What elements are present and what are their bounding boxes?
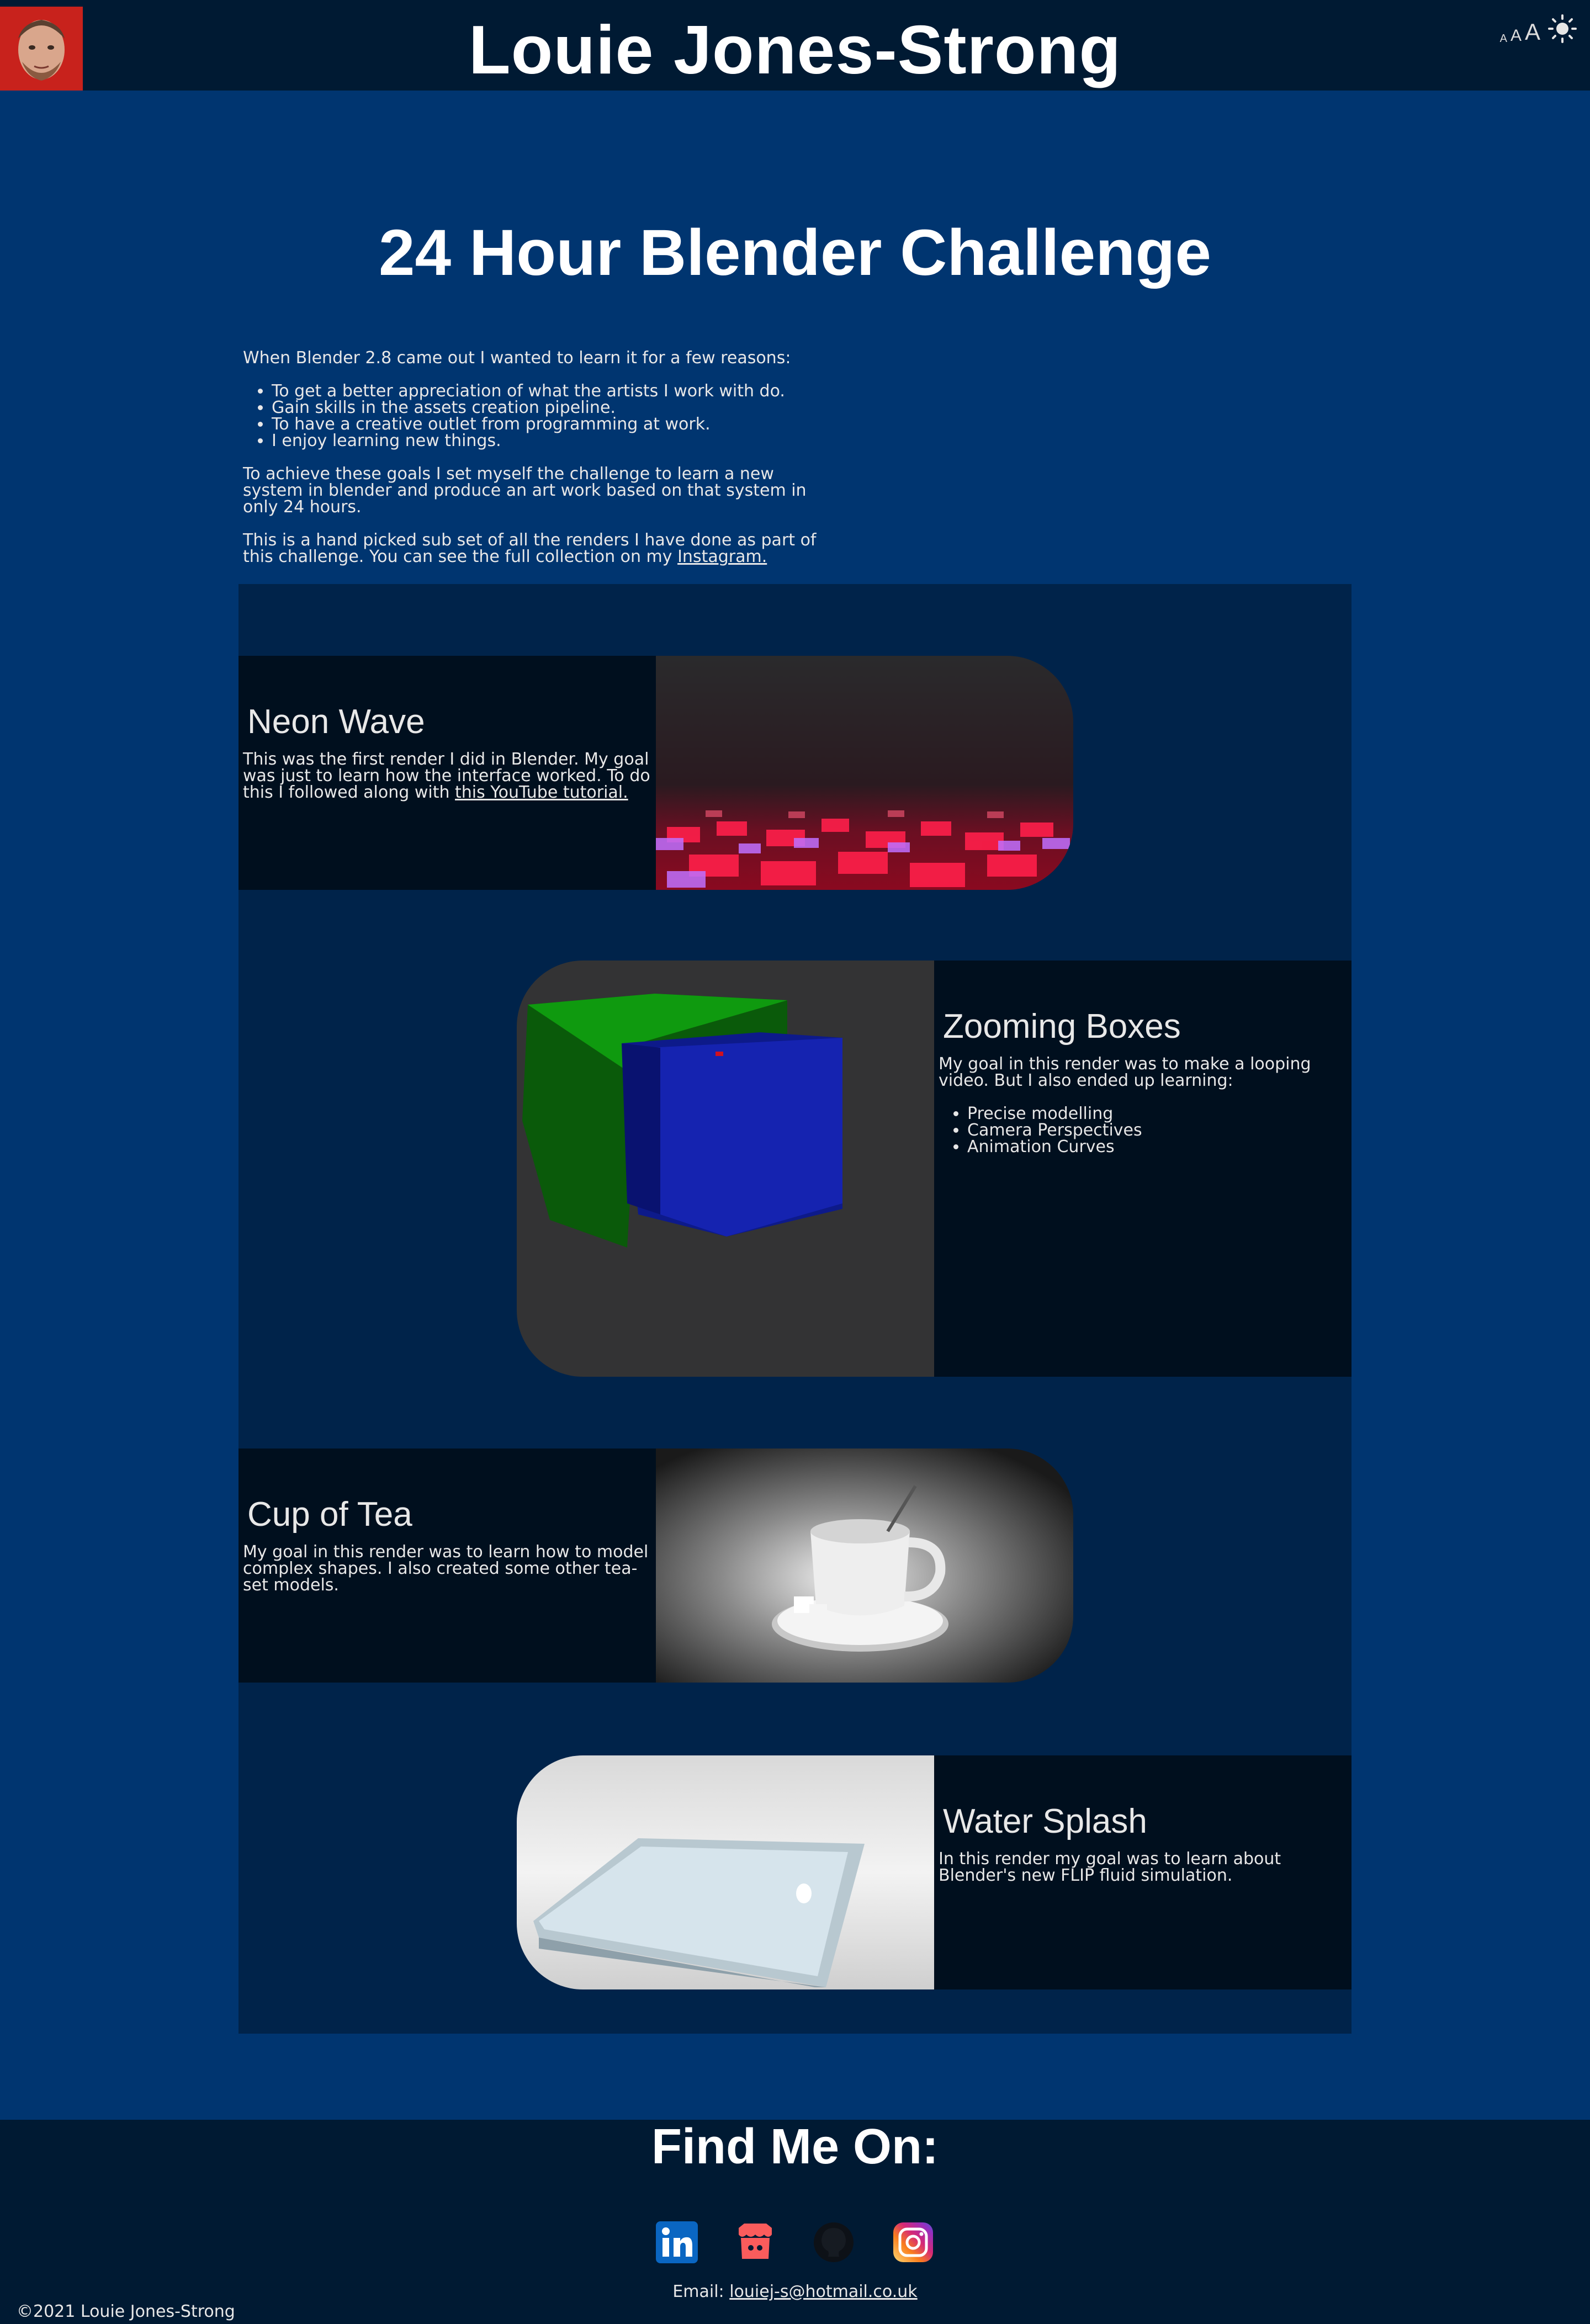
- email-line: Email: louiej-s@hotmail.co.uk: [0, 2282, 1590, 2301]
- zooming-boxes-render: [517, 961, 934, 1377]
- footer-heading: Find Me On:: [651, 2119, 939, 2174]
- card-description: This was the first render I did in Blend…: [243, 751, 651, 801]
- list-item: Camera Perspectives: [967, 1122, 1347, 1139]
- water-splash-image: [517, 1755, 934, 1989]
- list-item: I enjoy learning new things.: [272, 433, 817, 449]
- email-link[interactable]: louiej-s@hotmail.co.uk: [729, 2282, 917, 2301]
- gallery-card-neon-wave: Neon Wave This was the first render I di…: [239, 656, 1073, 890]
- list-item: To get a better appreciation of what the…: [272, 383, 817, 400]
- card-text: Zooming Boxes My goal in this render was…: [934, 961, 1352, 1377]
- top-bar: Louie Jones-Strong A A A: [0, 0, 1590, 91]
- font-large-button[interactable]: A: [1525, 19, 1540, 45]
- goal-text: To achieve these goals I set myself the …: [243, 464, 807, 517]
- card-description: In this render my goal was to learn abou…: [939, 1849, 1281, 1885]
- gallery-card-cup-of-tea: Cup of Tea My goal in this render was to…: [239, 1448, 1073, 1683]
- font-medium-button[interactable]: A: [1510, 26, 1522, 45]
- card-title: Neon Wave: [247, 703, 425, 741]
- card-title: Water Splash: [943, 1802, 1147, 1840]
- cup-of-tea-image: [656, 1448, 1073, 1683]
- card-title: Zooming Boxes: [943, 1007, 1181, 1046]
- email-label: Email:: [672, 2282, 730, 2301]
- font-small-button[interactable]: A: [1500, 33, 1507, 45]
- intro-lead: When Blender 2.8 came out I wanted to le…: [243, 348, 791, 368]
- list-item: Gain skills in the assets creation pipel…: [272, 400, 817, 416]
- instagram-icon[interactable]: [891, 2220, 935, 2264]
- font-size-controls: A A A: [1500, 14, 1577, 45]
- cup-of-tea-render: [656, 1448, 1073, 1683]
- zooming-boxes-image: [517, 961, 934, 1377]
- card-text: Water Splash In this render my goal was …: [934, 1755, 1352, 1989]
- learning-list: Precise modelling Camera Perspectives An…: [967, 1106, 1347, 1155]
- card-title: Cup of Tea: [247, 1495, 412, 1534]
- subset-paragraph: This is a hand picked sub set of all the…: [243, 532, 817, 565]
- neon-wave-render: [656, 656, 1073, 890]
- itchio-icon[interactable]: [733, 2220, 777, 2264]
- card-description: My goal in this render was to make a loo…: [939, 1054, 1311, 1090]
- social-links: [0, 2220, 1590, 2264]
- card-text: Neon Wave This was the first render I di…: [239, 656, 656, 890]
- reasons-list: To get a better appreciation of what the…: [272, 383, 817, 449]
- sun-icon[interactable]: [1548, 14, 1577, 43]
- copyright: ©2021 Louie Jones-Strong: [17, 2302, 235, 2321]
- youtube-tutorial-link[interactable]: this YouTube tutorial.: [455, 783, 628, 802]
- gallery-card-water-splash: Water Splash In this render my goal was …: [517, 1755, 1352, 1989]
- gallery-card-zooming-boxes: Zooming Boxes My goal in this render was…: [517, 961, 1352, 1377]
- water-splash-render: [517, 1755, 934, 1989]
- page-title: 24 Hour Blender Challenge: [378, 216, 1212, 289]
- github-icon[interactable]: [812, 2220, 856, 2264]
- neon-wave-image: [656, 656, 1073, 890]
- instagram-link[interactable]: Instagram.: [677, 547, 767, 566]
- card-description: My goal in this render was to learn how …: [243, 1542, 649, 1595]
- list-item: Precise modelling: [967, 1106, 1347, 1122]
- list-item: Animation Curves: [967, 1139, 1347, 1155]
- list-item: To have a creative outlet from programmi…: [272, 416, 817, 433]
- gallery: Neon Wave This was the first render I di…: [239, 584, 1352, 2034]
- site-title: Louie Jones-Strong: [468, 12, 1122, 88]
- intro-section: When Blender 2.8 came out I wanted to le…: [243, 350, 817, 582]
- card-text: Cup of Tea My goal in this render was to…: [239, 1448, 656, 1683]
- linkedin-icon[interactable]: [655, 2220, 699, 2264]
